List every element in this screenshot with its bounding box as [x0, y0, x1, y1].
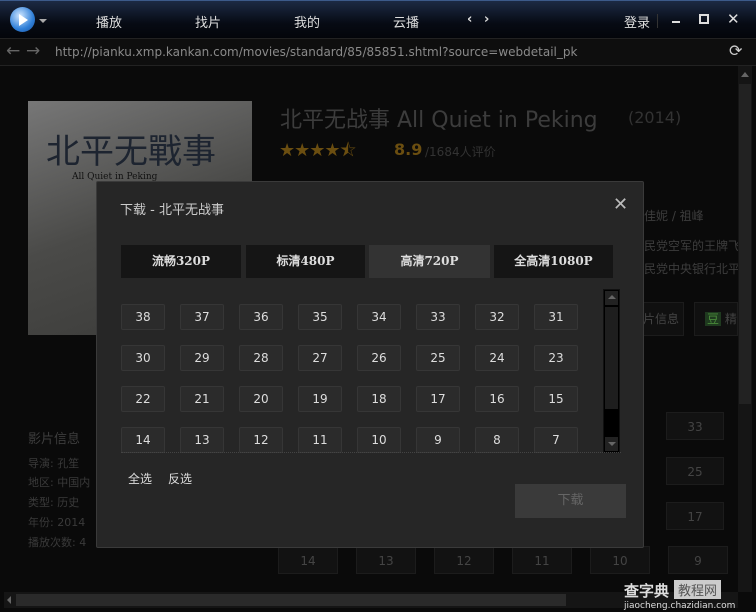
maximize-icon[interactable]	[699, 14, 709, 24]
bg-episode[interactable]: 12	[434, 546, 494, 574]
rating-count: /1684人评价	[425, 145, 496, 159]
tab-quality-480p[interactable]: 标清480P	[246, 245, 365, 278]
bg-episode[interactable]: 14	[278, 546, 338, 574]
tab-douban-label: 精	[724, 312, 737, 326]
forward-arrow-icon[interactable]: →	[26, 41, 40, 61]
info-director: 导演: 孔笙	[28, 457, 80, 470]
refresh-icon[interactable]: ⟳	[729, 41, 742, 60]
episode-button[interactable]: 23	[534, 345, 578, 371]
dialog-close-icon[interactable]: ✕	[613, 194, 628, 215]
episode-button[interactable]: 34	[357, 304, 401, 330]
episode-button[interactable]: 31	[534, 304, 578, 330]
description-line: 民党中央银行北平	[644, 262, 738, 276]
episode-button[interactable]: 9	[416, 427, 460, 453]
info-genre: 类型: 历史	[28, 496, 80, 509]
episode-button[interactable]: 28	[239, 345, 283, 371]
nav-find[interactable]: 找片	[195, 12, 221, 31]
episode-button[interactable]: 7	[534, 427, 578, 453]
episode-button[interactable]: 24	[475, 345, 519, 371]
title-bar: 播放 找片 我的 云播 ‹ › 登录 ✕	[0, 0, 756, 38]
episode-button[interactable]: 17	[416, 386, 460, 412]
episode-button[interactable]: 33	[416, 304, 460, 330]
watermark-brand: 查字典	[624, 582, 670, 600]
tab-quality-320p[interactable]: 流畅320P	[121, 245, 241, 278]
cast-text: 佳妮 / 祖峰	[644, 209, 704, 223]
invert-selection-link[interactable]: 反选	[168, 470, 192, 487]
select-all-link[interactable]: 全选	[128, 470, 152, 487]
episode-button[interactable]: 15	[534, 386, 578, 412]
nav-forward-icon[interactable]: ›	[484, 12, 489, 27]
bg-episode[interactable]: 11	[512, 546, 572, 574]
bg-episode[interactable]: 10	[590, 546, 650, 574]
info-play-count: 播放次数: 4	[28, 536, 87, 549]
episode-button[interactable]: 27	[298, 345, 342, 371]
episode-button[interactable]: 14	[121, 427, 165, 453]
episode-button[interactable]: 32	[475, 304, 519, 330]
bg-episode[interactable]: 33	[666, 412, 724, 440]
episode-button[interactable]: 20	[239, 386, 283, 412]
nav-cloud[interactable]: 云播	[393, 12, 419, 31]
episode-button[interactable]: 8	[475, 427, 519, 453]
description-line: 民党空军的王牌飞	[644, 239, 738, 253]
poster-title: 北平无戰事	[46, 132, 216, 172]
rating-score: 8.9	[394, 140, 423, 159]
vertical-scrollbar[interactable]	[738, 66, 752, 592]
watermark: 查字典 教程网 jiaocheng.chazidian.com	[622, 580, 752, 612]
minimize-icon[interactable]	[672, 21, 680, 23]
episode-button[interactable]: 29	[180, 345, 224, 371]
url-field[interactable]: http://pianku.xmp.kankan.com/movies/stan…	[55, 45, 577, 59]
dialog-title: 下载 - 北平无战事	[120, 203, 224, 218]
episode-scrollbar[interactable]	[603, 289, 620, 453]
episode-button[interactable]: 11	[298, 427, 342, 453]
app-logo-icon[interactable]	[10, 7, 35, 32]
info-heading: 影片信息	[28, 432, 81, 447]
bg-episode[interactable]: 9	[668, 546, 728, 574]
episode-button[interactable]: 22	[121, 386, 165, 412]
episode-button[interactable]: 30	[121, 345, 165, 371]
divider	[657, 14, 658, 28]
download-dialog: 下载 - 北平无战事 ✕ 流畅320P 标清480P 高清720P 全高清108…	[96, 181, 644, 548]
douban-icon: 豆	[705, 312, 722, 326]
movie-title: 北平无战事 All Quiet in Peking	[280, 108, 598, 133]
episode-button[interactable]: 35	[298, 304, 342, 330]
episode-button[interactable]: 13	[180, 427, 224, 453]
bg-episode[interactable]: 17	[666, 502, 724, 530]
info-year: 年份: 2014	[28, 516, 86, 529]
episode-button[interactable]: 19	[298, 386, 342, 412]
login-link[interactable]: 登录	[624, 12, 650, 31]
logo-dropdown-icon[interactable]	[39, 19, 47, 23]
episode-button[interactable]: 12	[239, 427, 283, 453]
back-arrow-icon[interactable]: ←	[6, 41, 20, 61]
bg-episode[interactable]: 13	[356, 546, 416, 574]
episode-button[interactable]: 37	[180, 304, 224, 330]
nav-mine[interactable]: 我的	[294, 12, 320, 31]
episode-button[interactable]: 10	[357, 427, 401, 453]
info-region: 地区: 中国内	[28, 476, 91, 489]
episode-button[interactable]: 21	[180, 386, 224, 412]
episode-button[interactable]: 18	[357, 386, 401, 412]
episode-button[interactable]: 36	[239, 304, 283, 330]
divider	[121, 452, 621, 453]
nav-back-icon[interactable]: ‹	[467, 12, 472, 27]
movie-year: (2014)	[628, 108, 682, 127]
episode-button[interactable]: 38	[121, 304, 165, 330]
watermark-label: 教程网	[674, 580, 722, 599]
episode-button[interactable]: 16	[475, 386, 519, 412]
nav-play[interactable]: 播放	[96, 12, 122, 31]
tab-douban[interactable]: 豆 精	[694, 302, 738, 336]
tab-quality-720p[interactable]: 高清720P	[369, 245, 490, 278]
watermark-url: jiaocheng.chazidian.com	[624, 601, 736, 611]
tab-quality-1080p[interactable]: 全高清1080P	[494, 245, 613, 278]
address-bar: ← → http://pianku.xmp.kankan.com/movies/…	[0, 38, 756, 66]
episode-button[interactable]: 26	[357, 345, 401, 371]
close-icon[interactable]: ✕	[727, 10, 740, 28]
bg-episode[interactable]: 25	[666, 457, 724, 485]
download-button[interactable]: 下载	[515, 484, 626, 518]
episode-button[interactable]: 25	[416, 345, 460, 371]
rating-stars-icon: ★★★★⯪	[279, 140, 357, 161]
